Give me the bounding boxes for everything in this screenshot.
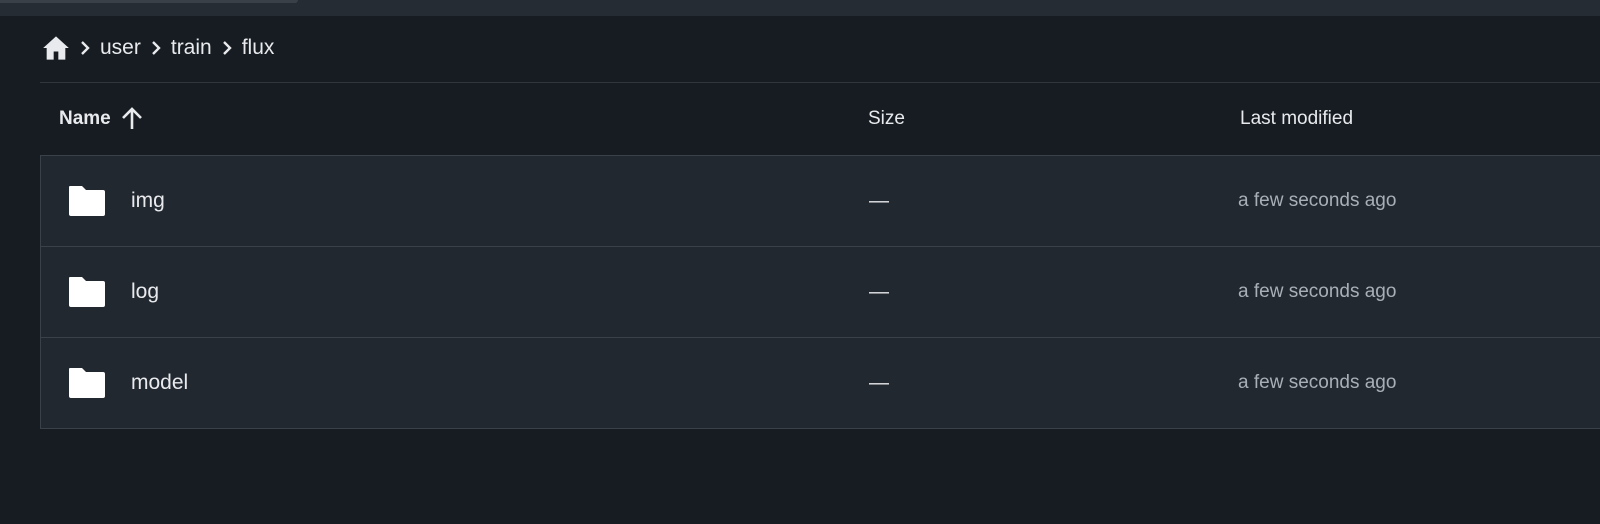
file-list: img — a few seconds ago log — a few seco… [40,155,1600,429]
folder-icon [67,275,107,309]
file-size: — [869,372,889,394]
chevron-right-icon [141,34,171,62]
table-row[interactable]: log — a few seconds ago [41,247,1600,338]
breadcrumb: user train flux [42,30,274,66]
column-header-name-label: Name [59,108,111,129]
file-modified: a few seconds ago [1238,190,1397,211]
breadcrumb-item-flux[interactable]: flux [242,34,275,62]
breadcrumb-item-user[interactable]: user [100,34,141,62]
table-row[interactable]: img — a few seconds ago [41,156,1600,247]
folder-icon [67,184,107,218]
arrow-up-icon[interactable] [121,107,143,131]
column-header-size[interactable]: Size [868,83,905,155]
chevron-right-icon [212,34,242,62]
table-header: Name Size Last modified [40,83,1600,155]
file-size: — [869,190,889,212]
file-modified: a few seconds ago [1238,281,1397,302]
chevron-right-icon [70,34,100,62]
tab-strip [0,0,298,3]
file-name[interactable]: img [131,156,165,246]
file-modified: a few seconds ago [1238,372,1397,393]
column-header-name[interactable]: Name [59,83,143,155]
home-icon[interactable] [42,34,70,62]
breadcrumb-item-train[interactable]: train [171,34,212,62]
top-bar [0,0,1600,16]
column-header-modified[interactable]: Last modified [1240,83,1353,155]
table-row[interactable]: model — a few seconds ago [41,338,1600,429]
file-size: — [869,281,889,303]
file-name[interactable]: log [131,247,159,337]
folder-icon [67,366,107,400]
file-name[interactable]: model [131,338,188,428]
